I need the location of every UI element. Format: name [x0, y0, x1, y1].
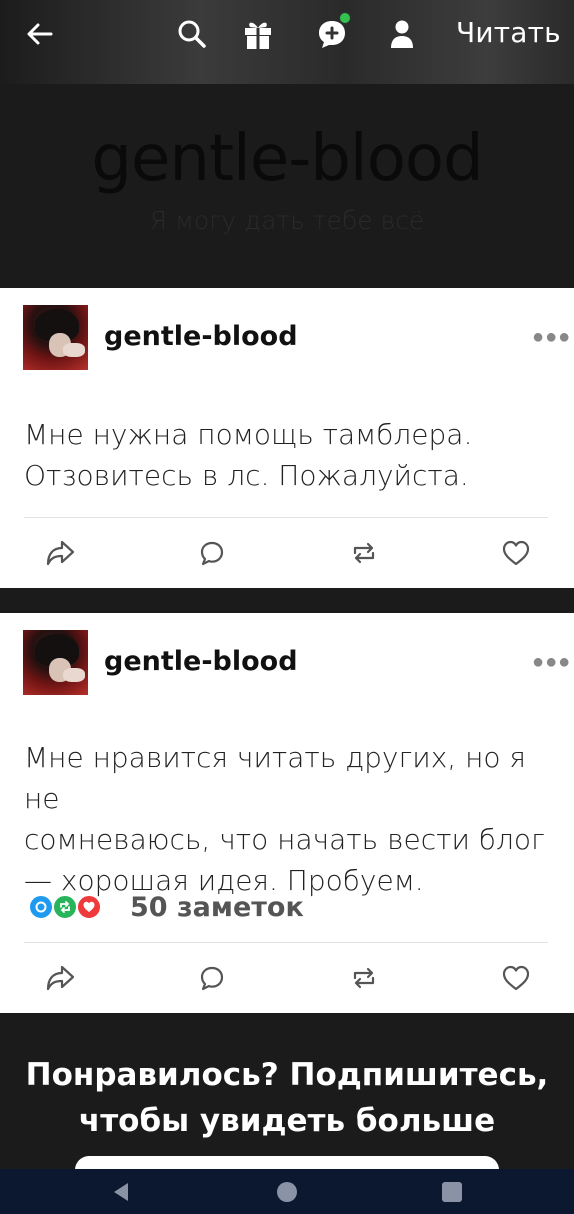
divider	[24, 517, 548, 518]
avatar[interactable]	[23, 305, 88, 370]
nav-recents-icon[interactable]	[437, 1177, 467, 1207]
read-link[interactable]: Читать	[456, 16, 561, 49]
notes-summary[interactable]: 50 заметок	[28, 887, 304, 927]
post-body: Мне нравится читать других, но я не сомн…	[24, 737, 554, 901]
notes-count[interactable]: 50 заметок	[130, 892, 304, 923]
more-options-icon[interactable]: ●●●	[532, 651, 571, 674]
blog-header: gentle-blood Я могу дать тебе всё	[0, 84, 574, 288]
post-text-line: Отзовитесь в лс. Пожалуйста.	[24, 459, 469, 492]
arrow-left-icon[interactable]	[20, 14, 60, 54]
post-author[interactable]: gentle-blood	[104, 646, 298, 677]
post-text-line: Мне нужна помощь тамблера.	[24, 418, 473, 451]
nav-back-icon[interactable]	[106, 1177, 136, 1207]
more-options-icon[interactable]: ●●●	[532, 326, 571, 349]
divider	[24, 942, 548, 943]
post-text-line: Мне нравится читать других, но я не	[24, 741, 526, 815]
cta-line: Понравилось? Подпишитесь,	[25, 1057, 549, 1093]
reply-icon[interactable]	[192, 533, 232, 573]
reblog-icon[interactable]	[344, 533, 384, 573]
post-actions	[0, 958, 574, 998]
like-note-icon	[76, 894, 102, 920]
blog-title: gentle-blood	[91, 122, 483, 196]
post-author[interactable]: gentle-blood	[104, 321, 298, 352]
post-actions	[0, 533, 574, 573]
share-icon[interactable]	[40, 958, 80, 998]
post-card: gentle-blood ●●● Мне нужна помощь тамбле…	[0, 288, 574, 588]
like-icon[interactable]	[496, 533, 536, 573]
blog-subtitle: Я могу дать тебе всё	[149, 206, 425, 235]
cta-text: Понравилось? Подпишитесь, чтобы увидеть …	[0, 1052, 574, 1144]
post-card: gentle-blood ●●● Мне нравится читать дру…	[0, 613, 574, 1013]
reblog-note-icon	[52, 894, 78, 920]
reblog-icon[interactable]	[344, 958, 384, 998]
nav-home-icon[interactable]	[272, 1177, 302, 1207]
follow-cta: Понравилось? Подпишитесь, чтобы увидеть …	[0, 1014, 574, 1186]
system-nav-bar	[0, 1169, 574, 1214]
gift-icon[interactable]	[238, 14, 278, 54]
like-icon[interactable]	[496, 958, 536, 998]
reply-icon[interactable]	[192, 958, 232, 998]
post-text-line: сомневаюсь, что начать вести блог	[24, 823, 545, 856]
search-icon[interactable]	[172, 14, 212, 54]
reply-note-icon	[28, 894, 54, 920]
notification-dot	[338, 11, 352, 25]
avatar[interactable]	[23, 630, 88, 695]
share-icon[interactable]	[40, 533, 80, 573]
cta-line: чтобы увидеть больше	[78, 1103, 496, 1139]
user-icon[interactable]	[382, 14, 422, 54]
top-bar: Читать	[0, 0, 574, 84]
post-body: Мне нужна помощь тамблера. Отзовитесь в …	[24, 414, 554, 496]
